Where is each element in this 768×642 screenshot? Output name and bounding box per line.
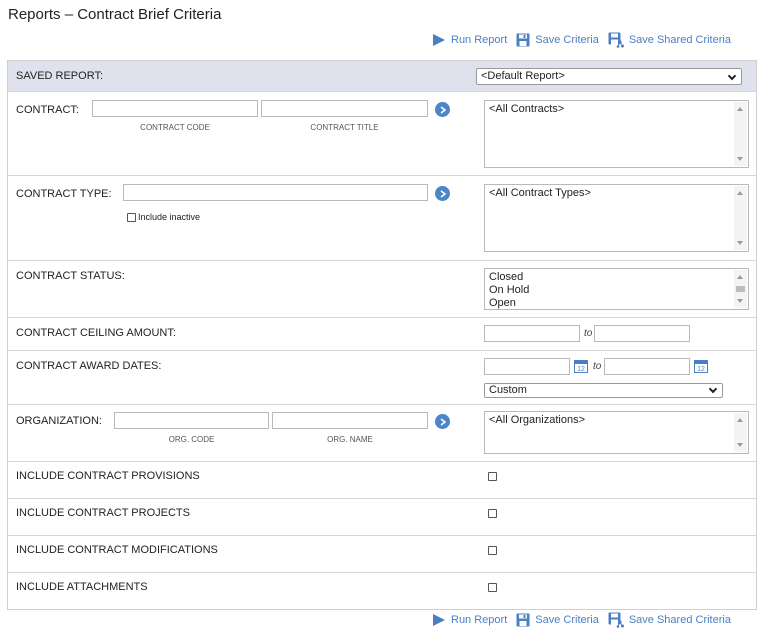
award-dates-label: CONTRACT AWARD DATES: — [16, 360, 162, 372]
award-date-to-input[interactable] — [604, 358, 690, 375]
contract-status-scrollbar[interactable] — [734, 270, 747, 308]
ceiling-amount-min-input[interactable] — [484, 325, 580, 342]
organization-row: ORGANIZATION: ORG. CODE ORG. NAME <All O… — [8, 405, 756, 462]
contract-scrollbar[interactable] — [734, 102, 747, 166]
contract-type-scrollbar[interactable] — [734, 186, 747, 250]
include-projects-checkbox[interactable] — [488, 509, 497, 518]
bottom-action-bar: Run Report Save Criteria Save Shared Cri… — [432, 610, 740, 630]
chevron-down-icon — [727, 71, 737, 81]
contract-listbox[interactable]: <All Contracts> — [484, 100, 749, 168]
save-criteria-label: Save Criteria — [535, 34, 599, 46]
organization-scrollbar[interactable] — [734, 413, 747, 452]
save-criteria-label: Save Criteria — [535, 614, 599, 626]
page-title: Reports – Contract Brief Criteria — [8, 6, 222, 23]
award-date-range-value: Custom — [489, 384, 527, 396]
contract-code-sublabel: CONTRACT CODE — [140, 123, 210, 132]
include-projects-label: INCLUDE CONTRACT PROJECTS — [16, 507, 190, 519]
organization-label: ORGANIZATION: — [16, 415, 102, 427]
save-shared-criteria-label: Save Shared Criteria — [628, 34, 731, 46]
award-date-range-select[interactable]: Custom — [484, 383, 723, 398]
run-report-button[interactable]: Run Report — [432, 33, 507, 47]
include-modifications-checkbox[interactable] — [488, 546, 497, 555]
award-dates-to-label: to — [593, 361, 602, 372]
contract-add-button[interactable] — [435, 102, 450, 117]
award-dates-row: CONTRACT AWARD DATES: 12 to 12 Custom — [8, 351, 756, 405]
play-icon — [433, 614, 445, 626]
calendar-icon[interactable]: 12 — [694, 359, 708, 373]
ceiling-amount-row: CONTRACT CEILING AMOUNT: to — [8, 318, 756, 351]
contract-type-label: CONTRACT TYPE: — [16, 188, 112, 200]
play-icon — [433, 34, 445, 46]
ceiling-amount-label: CONTRACT CEILING AMOUNT: — [16, 327, 176, 339]
saved-report-row: SAVED REPORT: <Default Report> — [8, 61, 756, 92]
arrow-right-icon — [440, 105, 446, 114]
arrow-right-icon — [440, 417, 446, 426]
run-report-button[interactable]: Run Report — [432, 613, 507, 627]
org-code-sublabel: ORG. CODE — [168, 435, 215, 444]
contract-title-input[interactable] — [261, 100, 428, 117]
organization-list-item[interactable]: <All Organizations> — [489, 414, 744, 427]
arrow-right-icon — [440, 189, 446, 198]
include-attachments-label: INCLUDE ATTACHMENTS — [16, 581, 148, 593]
save-criteria-button[interactable]: Save Criteria — [516, 613, 599, 627]
save-shared-criteria-label: Save Shared Criteria — [628, 614, 731, 626]
include-provisions-label: INCLUDE CONTRACT PROVISIONS — [16, 470, 200, 482]
shared-floppy-icon — [608, 612, 624, 628]
include-attachments-row: INCLUDE ATTACHMENTS — [8, 573, 756, 609]
floppy-disk-icon — [516, 33, 530, 47]
calendar-day: 12 — [697, 366, 705, 373]
save-criteria-button[interactable]: Save Criteria — [516, 33, 599, 47]
top-action-bar: Run Report Save Criteria Save Shared Cri… — [432, 30, 740, 50]
include-attachments-checkbox[interactable] — [488, 583, 497, 592]
criteria-form: SAVED REPORT: <Default Report> CONTRACT:… — [7, 60, 757, 610]
saved-report-select[interactable]: <Default Report> — [476, 68, 742, 85]
contract-list-item[interactable]: <All Contracts> — [489, 103, 744, 116]
shared-floppy-icon — [608, 32, 624, 48]
save-shared-criteria-button[interactable]: Save Shared Criteria — [608, 612, 731, 628]
contract-status-row: CONTRACT STATUS: Closed On Hold Open — [8, 261, 756, 318]
contract-type-listbox[interactable]: <All Contract Types> — [484, 184, 749, 252]
contract-type-input[interactable] — [123, 184, 428, 201]
include-modifications-label: INCLUDE CONTRACT MODIFICATIONS — [16, 544, 218, 556]
include-provisions-checkbox[interactable] — [488, 472, 497, 481]
contract-code-input[interactable] — [92, 100, 258, 117]
calendar-day: 12 — [577, 366, 585, 373]
contract-row: CONTRACT: CONTRACT CODE CONTRACT TITLE <… — [8, 92, 756, 176]
run-report-label: Run Report — [451, 34, 508, 46]
contract-title-sublabel: CONTRACT TITLE — [310, 123, 379, 132]
include-provisions-row: INCLUDE CONTRACT PROVISIONS — [8, 462, 756, 499]
include-projects-row: INCLUDE CONTRACT PROJECTS — [8, 499, 756, 536]
contract-type-add-button[interactable] — [435, 186, 450, 201]
organization-listbox[interactable]: <All Organizations> — [484, 411, 749, 454]
include-modifications-row: INCLUDE CONTRACT MODIFICATIONS — [8, 536, 756, 573]
ceiling-amount-max-input[interactable] — [594, 325, 690, 342]
floppy-disk-icon — [516, 613, 530, 627]
contract-type-row: CONTRACT TYPE: Include inactive <All Con… — [8, 176, 756, 261]
organization-add-button[interactable] — [435, 414, 450, 429]
contract-status-option[interactable]: Closed — [489, 271, 744, 284]
contract-status-listbox[interactable]: Closed On Hold Open — [484, 268, 749, 310]
contract-type-list-item[interactable]: <All Contract Types> — [489, 187, 744, 200]
ceiling-to-label: to — [584, 328, 593, 339]
chevron-down-icon — [708, 384, 718, 394]
contract-status-option[interactable]: On Hold — [489, 284, 744, 297]
run-report-label: Run Report — [451, 614, 508, 626]
include-inactive-checkbox[interactable] — [127, 213, 136, 222]
org-name-sublabel: ORG. NAME — [327, 435, 373, 444]
include-inactive-label: Include inactive — [138, 212, 201, 222]
calendar-icon[interactable]: 12 — [574, 359, 588, 373]
save-shared-criteria-button[interactable]: Save Shared Criteria — [608, 32, 731, 48]
saved-report-value: <Default Report> — [481, 70, 565, 82]
contract-label: CONTRACT: — [16, 104, 79, 116]
contract-status-label: CONTRACT STATUS: — [16, 270, 125, 282]
org-code-input[interactable] — [114, 412, 269, 429]
org-name-input[interactable] — [272, 412, 428, 429]
saved-report-label: SAVED REPORT: — [16, 70, 104, 82]
contract-status-option[interactable]: Open — [489, 297, 744, 310]
award-date-from-input[interactable] — [484, 358, 570, 375]
